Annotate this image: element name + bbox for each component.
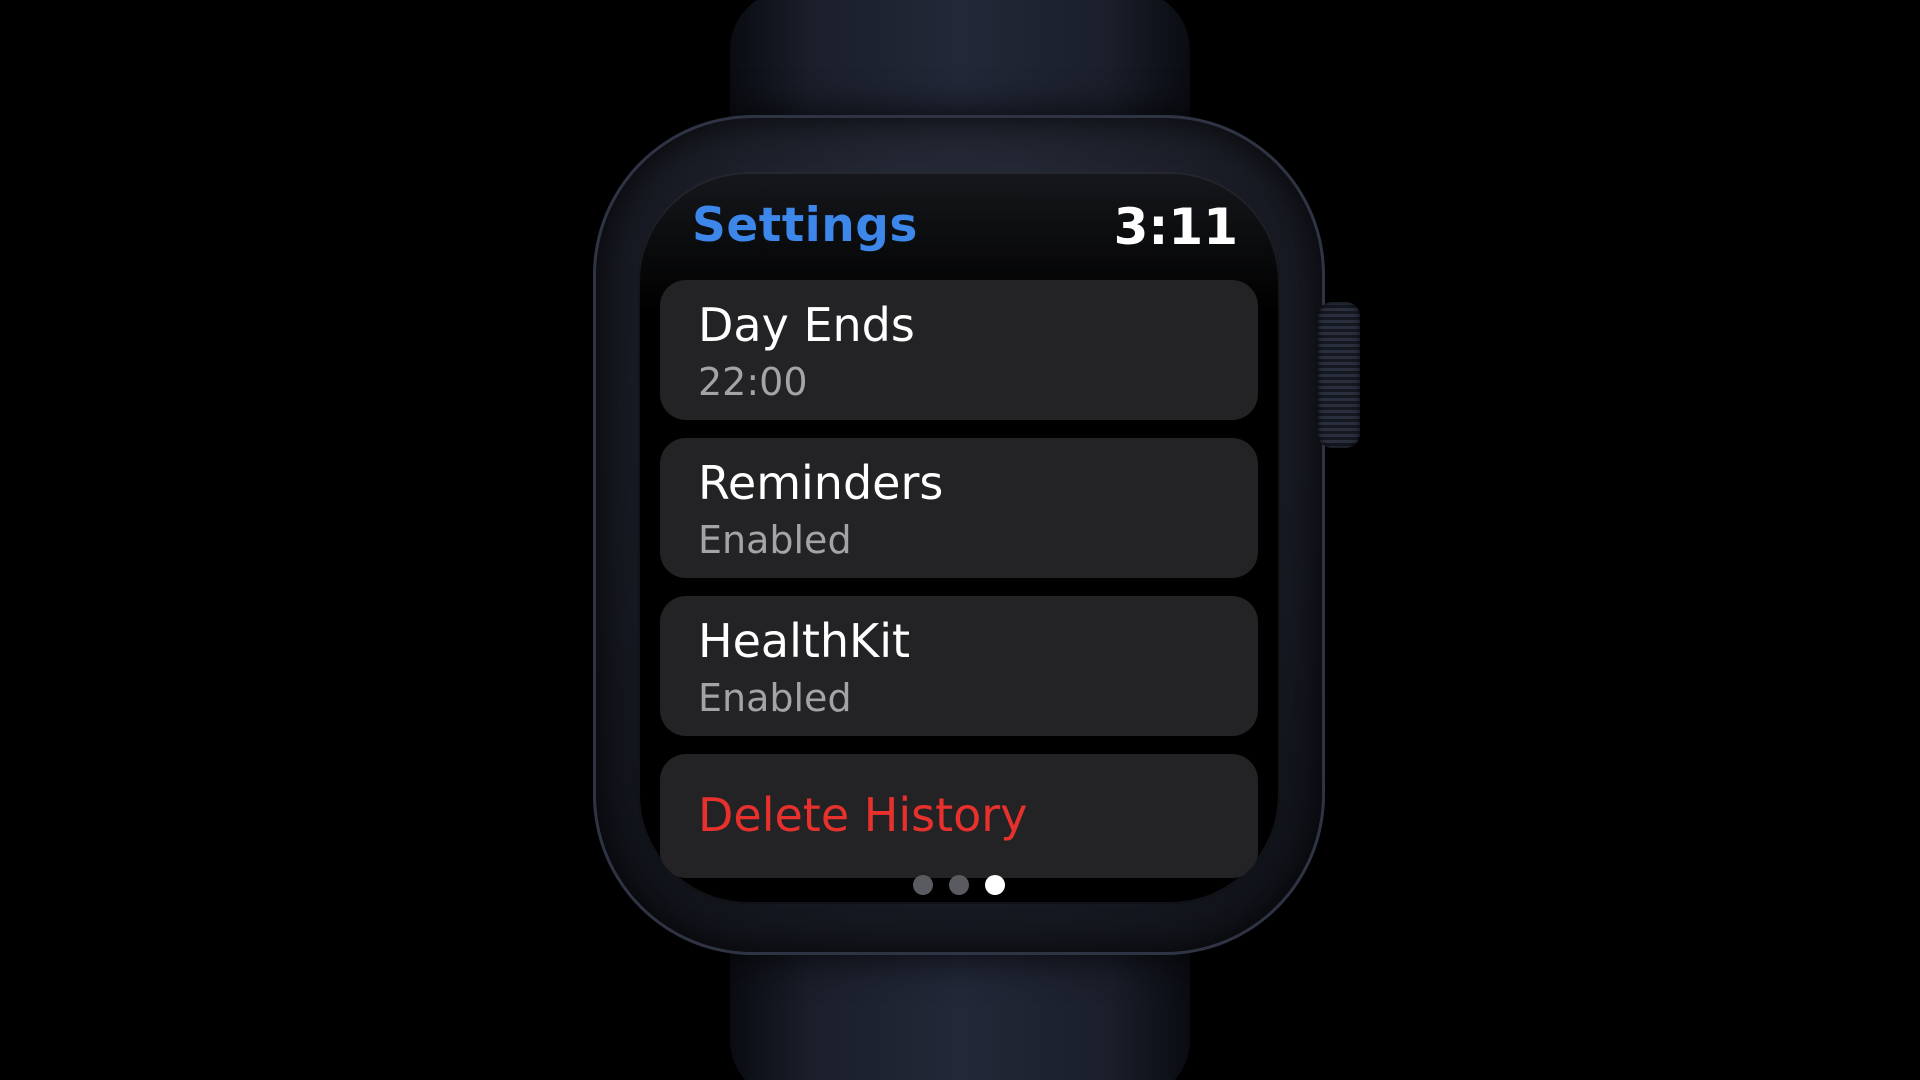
- setting-day-ends[interactable]: Day Ends 22:00: [660, 280, 1258, 420]
- page-indicator: [638, 874, 1280, 896]
- watch-display-scene: Settings 3:11 Day Ends 22:00 Reminders E…: [0, 0, 1920, 1080]
- settings-list: Day Ends 22:00 Reminders Enabled HealthK…: [660, 280, 1258, 896]
- clock: 3:11: [1113, 198, 1238, 256]
- status-bar: Settings 3:11: [638, 198, 1280, 268]
- setting-value: Enabled: [698, 676, 852, 720]
- page-dot-3[interactable]: [985, 874, 1005, 895]
- setting-value: 22:00: [698, 360, 808, 404]
- setting-reminders[interactable]: Reminders Enabled: [660, 438, 1258, 578]
- page-dot-2[interactable]: [949, 874, 969, 895]
- setting-title: Reminders: [698, 456, 944, 510]
- setting-healthkit[interactable]: HealthKit Enabled: [660, 596, 1258, 736]
- delete-history-button[interactable]: Delete History: [660, 754, 1258, 878]
- setting-value: Enabled: [698, 518, 852, 562]
- digital-crown[interactable]: [1318, 302, 1360, 448]
- setting-title: Day Ends: [698, 298, 915, 352]
- delete-history-label: Delete History: [698, 788, 1028, 842]
- watch-screen: Settings 3:11 Day Ends 22:00 Reminders E…: [638, 172, 1280, 904]
- setting-title: HealthKit: [698, 614, 911, 668]
- page-dot-1[interactable]: [913, 874, 933, 895]
- page-title[interactable]: Settings: [692, 198, 918, 253]
